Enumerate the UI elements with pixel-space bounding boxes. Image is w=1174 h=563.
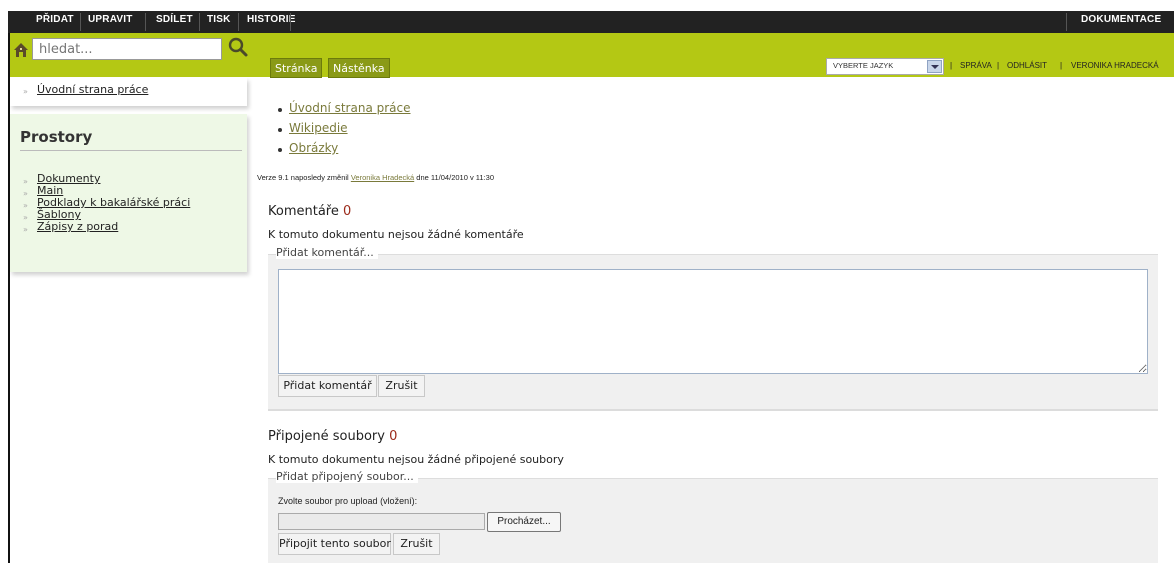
version-prefix: Verze 9.1 naposledy změnil bbox=[257, 173, 349, 182]
attachments-count: 0 bbox=[389, 429, 398, 444]
comments-empty-text: K tomuto dokumentu nejsou žádné komentář… bbox=[268, 228, 524, 241]
search-icon[interactable] bbox=[227, 36, 249, 58]
menu-divider bbox=[145, 13, 146, 31]
fieldset-border bbox=[268, 254, 1158, 255]
attachments-empty-text: K tomuto dokumentu nejsou žádné připojen… bbox=[268, 453, 564, 466]
bullet-icon: » bbox=[23, 201, 28, 210]
home-icon[interactable] bbox=[13, 42, 29, 58]
content-link-home[interactable]: Úvodní strana práce bbox=[289, 101, 411, 115]
comment-textarea[interactable] bbox=[278, 269, 1148, 374]
comments-title: Komentáře bbox=[268, 204, 339, 219]
bullet-icon bbox=[278, 148, 282, 152]
menu-history[interactable]: HISTORIE bbox=[247, 14, 296, 25]
menu-documentation[interactable]: DOKUMENTACE bbox=[1081, 14, 1161, 25]
divider bbox=[20, 150, 242, 151]
link-separator: | bbox=[1060, 61, 1063, 70]
menu-divider bbox=[80, 13, 81, 31]
bullet-icon: » bbox=[23, 189, 28, 198]
page-left-border bbox=[8, 33, 10, 563]
file-path-field[interactable] bbox=[278, 513, 485, 530]
search-input[interactable] bbox=[32, 38, 222, 60]
content-link-wikipedia[interactable]: Wikipedie bbox=[289, 121, 348, 135]
tab-page[interactable]: Stránka bbox=[270, 58, 323, 78]
bullet-icon: » bbox=[23, 225, 28, 234]
attachments-heading: Připojené soubory 0 bbox=[268, 429, 397, 444]
bullet-icon: » bbox=[23, 213, 28, 222]
browse-button[interactable]: Procházet... bbox=[487, 512, 561, 532]
cancel-comment-button[interactable]: Zrušit bbox=[378, 375, 425, 397]
bullet-icon: » bbox=[23, 87, 28, 96]
add-comment-button[interactable]: Přidat komentář bbox=[278, 375, 377, 397]
language-select-value: VYBERTE JAZYK bbox=[833, 61, 894, 70]
add-attachment-legend: Přidat připojený soubor... bbox=[276, 470, 418, 483]
version-info: Verze 9.1 naposledy změnil Veronika Hrad… bbox=[257, 173, 494, 182]
link-separator: | bbox=[997, 61, 1000, 70]
attach-file-button[interactable]: Připojit tento soubor bbox=[278, 533, 391, 555]
link-admin[interactable]: SPRÁVA bbox=[960, 61, 992, 70]
link-separator: | bbox=[950, 61, 953, 70]
tab-dashboard[interactable]: Nástěnka bbox=[328, 58, 390, 78]
menu-print[interactable]: TISK bbox=[207, 14, 231, 25]
menu-add[interactable]: PŘIDAT bbox=[36, 14, 74, 25]
content-link-images[interactable]: Obrázky bbox=[289, 141, 338, 155]
add-comment-legend: Přidat komentář... bbox=[276, 246, 378, 259]
bullet-icon bbox=[278, 128, 282, 132]
cancel-attachment-button[interactable]: Zrušit bbox=[393, 533, 440, 555]
attachments-title: Připojené soubory bbox=[268, 429, 385, 444]
menu-divider bbox=[238, 13, 239, 31]
version-date: dne 11/04/2010 v 11:30 bbox=[416, 173, 495, 182]
menu-divider bbox=[290, 13, 291, 31]
link-user-profile[interactable]: VERONIKA HRADECKÁ bbox=[1071, 61, 1159, 70]
upload-label: Zvolte soubor pro upload (vložení): bbox=[278, 496, 418, 506]
menu-divider bbox=[1066, 13, 1067, 31]
spaces-heading: Prostory bbox=[20, 128, 93, 146]
comments-count: 0 bbox=[343, 204, 352, 219]
chevron-down-icon[interactable] bbox=[927, 60, 942, 73]
version-author-link[interactable]: Veronika Hradecká bbox=[351, 173, 414, 182]
comments-heading: Komentáře 0 bbox=[268, 204, 351, 219]
link-logout[interactable]: ODHLÁSIT bbox=[1007, 61, 1047, 70]
sidebar-item-meeting-notes[interactable]: Zápisy z porad bbox=[37, 220, 118, 233]
bullet-icon: » bbox=[23, 177, 28, 186]
language-select[interactable]: VYBERTE JAZYK bbox=[826, 58, 944, 75]
menu-divider bbox=[199, 13, 200, 31]
sidebar-home-link[interactable]: Úvodní strana práce bbox=[37, 83, 148, 96]
menu-share[interactable]: SDÍLET bbox=[156, 14, 193, 25]
bullet-icon bbox=[278, 108, 282, 112]
menu-edit[interactable]: UPRAVIT bbox=[88, 14, 133, 25]
